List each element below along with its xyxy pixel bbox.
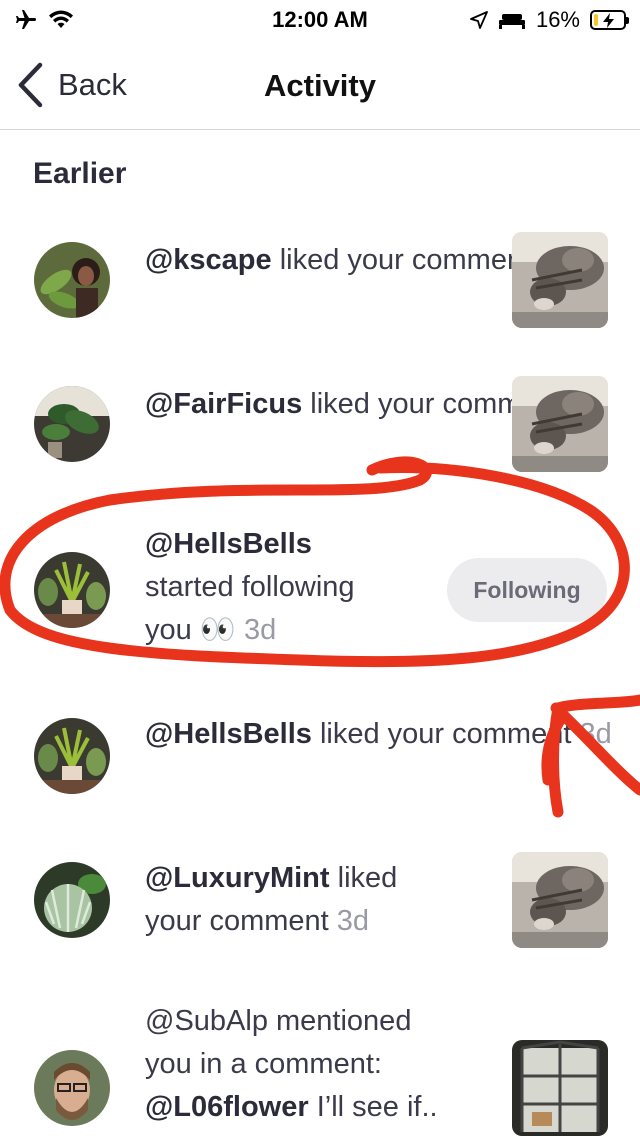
avatar[interactable] [34, 862, 110, 938]
avatar[interactable] [34, 242, 110, 318]
avatar[interactable] [34, 386, 110, 462]
page-title: Activity [264, 68, 376, 103]
activity-time: 3d [244, 614, 277, 646]
activity-action-cont: you in a comment: [145, 1048, 382, 1080]
post-thumbnail[interactable] [512, 1040, 608, 1136]
activity-time: 3d [579, 718, 612, 750]
activity-action: liked your comment [319, 718, 572, 750]
username[interactable]: @HellsBells [145, 718, 312, 750]
username[interactable]: @SubAlp [145, 1005, 268, 1037]
activity-text: @LuxuryMint liked your comment 3d [145, 857, 397, 943]
username[interactable]: @HellsBells [145, 528, 312, 560]
username[interactable]: @LuxuryMint [145, 862, 330, 894]
battery-icon [590, 10, 629, 30]
activity-time: 3d [336, 905, 370, 937]
activity-row[interactable]: @LuxuryMint liked your comment 3d [0, 850, 640, 960]
status-right: 16% [470, 7, 629, 33]
status-bar: 12:00 AM 16% [0, 0, 640, 40]
activity-action-cont: your comment [145, 905, 329, 937]
activity-text: @HellsBells liked your comment 3d [145, 713, 612, 756]
comment-excerpt: I’ll see if.. [316, 1091, 438, 1123]
avatar[interactable] [34, 552, 110, 628]
activity-row[interactable]: @SubAlp mentioned you in a comment: @L06… [0, 998, 640, 1136]
battery-level [594, 14, 599, 26]
activity-action: liked your comment [279, 244, 532, 276]
post-thumbnail[interactable] [512, 232, 608, 328]
following-button[interactable]: Following [447, 558, 607, 622]
bed-icon [498, 14, 525, 29]
activity-action: started following [145, 571, 355, 603]
battery-percent: 16% [535, 7, 580, 32]
activity-row[interactable]: @HellsBells started following you 👀 3d F… [0, 520, 640, 660]
username[interactable]: @kscape [145, 244, 272, 276]
mention[interactable]: @L06flower [145, 1091, 309, 1123]
post-thumbnail[interactable] [512, 376, 608, 472]
avatar[interactable] [34, 1050, 110, 1126]
activity-action-cont: you 👀 [145, 614, 236, 646]
activity-text: @HellsBells started following you 👀 3d [145, 523, 355, 652]
username[interactable]: @FairFicus [145, 388, 302, 420]
activity-row[interactable]: @kscape liked your comment 3d [0, 230, 640, 340]
section-title: Earlier [33, 157, 127, 190]
location-arrow-icon [470, 11, 488, 29]
activity-row[interactable]: @FairFicus liked your comment 3d [0, 374, 640, 484]
activity-text: @kscape liked your comment 3d [145, 239, 571, 282]
charging-bolt-icon [603, 13, 614, 28]
activity-row[interactable]: @HellsBells liked your comment 3d [0, 706, 640, 816]
post-thumbnail[interactable] [512, 852, 608, 948]
nav-bar: Back Activity [0, 40, 640, 130]
avatar[interactable] [34, 718, 110, 794]
activity-text: @SubAlp mentioned you in a comment: @L06… [145, 1000, 438, 1129]
activity-action: liked [337, 862, 398, 894]
activity-action: mentioned [276, 1005, 412, 1037]
